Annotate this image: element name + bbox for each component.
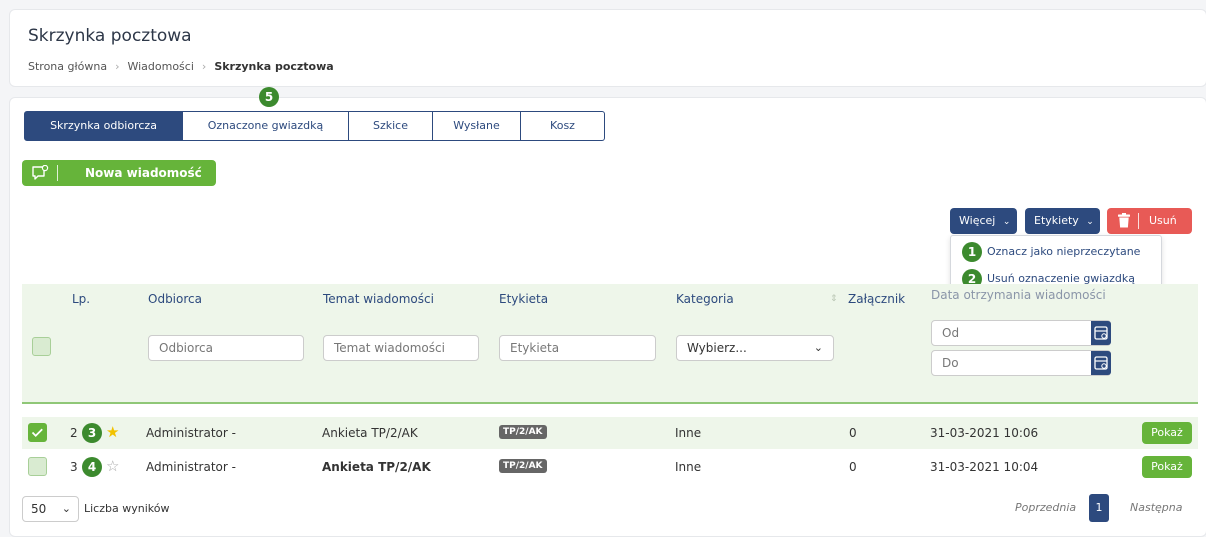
select-all-checkbox[interactable]	[32, 337, 51, 356]
new-message-label: Nowa wiadomość	[85, 166, 202, 180]
subject-filter-input[interactable]: Temat wiadomości	[323, 335, 479, 361]
row-checkbox[interactable]	[28, 457, 47, 476]
row-date: 31-03-2021 10:06	[930, 426, 1039, 440]
tab-sent[interactable]: Wysłane	[433, 111, 521, 141]
more-label: Więcej	[959, 214, 996, 227]
page-title: Skrzynka pocztowa	[28, 26, 192, 46]
row-subject[interactable]: Ankieta TP/2/AK	[322, 426, 418, 440]
pagination-next[interactable]: Następna	[1130, 501, 1182, 514]
per-page-label: Liczba wyników	[84, 502, 170, 515]
row-category: Inne	[675, 460, 702, 474]
row-category: Inne	[675, 426, 702, 440]
label-filter-input[interactable]: Etykieta	[499, 335, 656, 361]
chevron-down-icon: ⌄	[61, 502, 71, 515]
more-button[interactable]: Więcej ⌄	[950, 208, 1017, 234]
date-to-input[interactable]: Do	[931, 350, 1111, 376]
row-recipient: Administrator -	[146, 460, 236, 474]
chevron-down-icon: ⌄	[1002, 217, 1011, 227]
row-tag: TP/2/AK	[499, 459, 547, 473]
date-from-input[interactable]: Od	[931, 320, 1111, 346]
row-attachments: 0	[849, 426, 857, 440]
row-attachments: 0	[849, 460, 857, 474]
table-row[interactable]: 2 3 ★ Administrator - Ankieta TP/2/AK TP…	[22, 417, 1198, 449]
labels-label: Etykiety	[1034, 214, 1079, 227]
per-page-value: 50	[31, 502, 47, 516]
button-divider	[57, 165, 58, 181]
row-checkbox[interactable]	[28, 423, 47, 442]
row-date: 31-03-2021 10:04	[930, 460, 1039, 474]
recipient-filter-input[interactable]: Odbiorca	[148, 335, 304, 361]
breadcrumb-separator: ›	[115, 60, 120, 73]
trash-icon	[1118, 213, 1130, 228]
column-header-category[interactable]: Kategoria	[676, 292, 734, 306]
page-header: Skrzynka pocztowa Strona główna › Wiadomoś…	[9, 9, 1206, 87]
tab-drafts[interactable]: Szkice	[349, 111, 433, 141]
breadcrumb-home[interactable]: Strona główna	[28, 60, 107, 73]
row-number: 2	[70, 426, 78, 440]
menu-item-mark-unread[interactable]: Oznacz jako nieprzeczytane	[987, 245, 1140, 258]
row-tag: TP/2/AK	[499, 425, 547, 439]
table-row[interactable]: 3 4 ☆ Administrator - Ankieta TP/2/AK TP…	[22, 451, 1198, 483]
column-header-date[interactable]: Data otrzymania wiadomości	[931, 288, 1126, 302]
column-header-label[interactable]: Etykieta	[499, 292, 548, 306]
breadcrumb-separator: ›	[201, 60, 207, 73]
breadcrumb: Strona główna › Wiadomości › Skrzynka poczto…	[28, 60, 334, 73]
message-add-icon	[32, 165, 49, 180]
labels-button[interactable]: Etykiety ⌄	[1025, 208, 1100, 234]
chevron-down-icon: ⌄	[813, 341, 823, 354]
pagination-page-1[interactable]: 1	[1089, 494, 1109, 522]
breadcrumb-messages[interactable]: Wiadomości	[127, 60, 193, 73]
delete-button[interactable]: Usuń	[1107, 208, 1192, 234]
chevron-down-icon: ⌄	[1086, 217, 1094, 227]
column-header-recipient[interactable]: Odbiorca	[148, 292, 202, 306]
calendar-icon[interactable]	[1091, 321, 1111, 345]
annotation-badge-1: 1	[962, 242, 982, 262]
tab-starred[interactable]: Oznaczone gwiazdką	[183, 111, 349, 141]
star-outline-icon[interactable]: ☆	[106, 457, 119, 475]
category-select-value: Wybierz...	[687, 341, 747, 355]
button-divider	[1138, 213, 1139, 229]
star-filled-icon[interactable]: ★	[106, 423, 119, 441]
sort-icon[interactable]: ⇕	[830, 294, 838, 304]
tab-trash[interactable]: Kosz	[521, 111, 605, 141]
show-button[interactable]: Pokaż	[1142, 456, 1192, 478]
annotation-badge-4: 4	[82, 457, 102, 477]
column-header-lp[interactable]: Lp.	[72, 292, 90, 306]
mailbox-panel: Skrzynka odbiorcza Oznaczone gwiazdką Sz…	[9, 87, 1206, 537]
annotation-badge-5: 5	[259, 87, 279, 107]
annotation-badge-3: 3	[82, 423, 102, 443]
column-header-attachment[interactable]: Załącznik	[848, 292, 905, 306]
row-number: 3	[70, 460, 78, 474]
pagination-previous[interactable]: Poprzednia	[1015, 501, 1076, 514]
per-page-select[interactable]: 50 ⌄	[22, 496, 79, 522]
tab-inbox[interactable]: Skrzynka odbiorcza	[24, 111, 183, 141]
table-header: Lp. Odbiorca Temat wiadomości Etykieta K…	[22, 284, 1198, 404]
mailbox-tabs: Skrzynka odbiorcza Oznaczone gwiazdką Sz…	[24, 111, 605, 141]
column-header-subject[interactable]: Temat wiadomości	[323, 292, 434, 306]
new-message-button[interactable]: Nowa wiadomość	[22, 160, 216, 186]
row-recipient: Administrator -	[146, 426, 236, 440]
calendar-icon[interactable]	[1091, 351, 1111, 375]
category-select[interactable]: Wybierz... ⌄	[676, 335, 834, 361]
delete-label: Usuń	[1149, 214, 1177, 227]
row-subject[interactable]: Ankieta TP/2/AK	[322, 460, 431, 474]
show-button[interactable]: Pokaż	[1142, 422, 1192, 444]
breadcrumb-current: Skrzynka pocztowa	[214, 60, 334, 73]
